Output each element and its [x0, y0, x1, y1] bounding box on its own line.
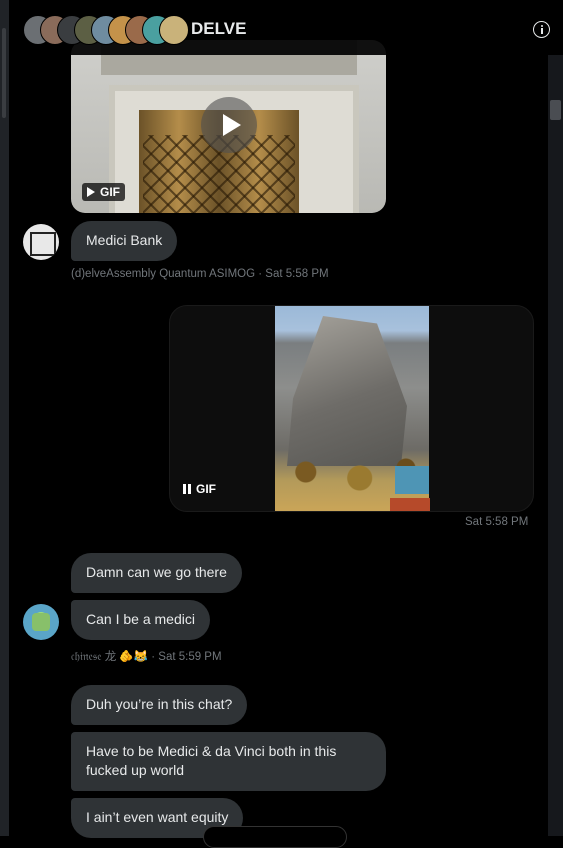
avatar: [159, 15, 189, 45]
avatar[interactable]: [23, 604, 59, 640]
message-bubble[interactable]: Damn can we go there: [71, 553, 242, 593]
message-bubble[interactable]: Can I be a medici: [71, 600, 210, 640]
cliff-shape: [287, 316, 407, 466]
avatar-logo: [30, 232, 56, 256]
gif-label: GIF: [196, 482, 216, 496]
gif-frame: [275, 306, 430, 511]
gif-media-building[interactable]: GIF: [71, 40, 386, 213]
avatar[interactable]: [23, 224, 59, 260]
left-gutter-knob: [2, 28, 6, 118]
message-meta: (d)elveAssembly Quantum ASIMOG · Sat 5:5…: [71, 268, 329, 280]
play-icon[interactable]: [201, 97, 257, 153]
gif-badge[interactable]: GIF: [178, 480, 221, 498]
avatar-face: [32, 613, 50, 631]
message-bubble[interactable]: Duh you’re in this chat?: [71, 685, 248, 725]
gif-badge: GIF: [82, 183, 125, 201]
info-icon[interactable]: [533, 21, 550, 38]
message-bubble[interactable]: Have to be Medici & da Vinci both in thi…: [71, 732, 386, 791]
scrollbar-thumb[interactable]: [550, 100, 561, 120]
play-small-icon: [87, 187, 95, 197]
message-meta: Sat 5:58 PM: [465, 516, 529, 528]
conversation-title[interactable]: DELVE: [191, 19, 246, 39]
message-line: fucked up world: [86, 762, 185, 778]
message-line: Have to be Medici & da Vinci both in thi…: [86, 743, 337, 759]
scroll-to-bottom-pill[interactable]: [203, 826, 347, 848]
sea-patch: [395, 466, 429, 494]
message-bubble[interactable]: Medici Bank: [71, 221, 178, 261]
message-meta: 𝔠𝔥𝔦𝔫𝔢𝔰𝔢 龙 🫵😹 · Sat 5:59 PM: [71, 651, 222, 663]
scrollbar-track[interactable]: [548, 55, 563, 836]
left-scroll-gutter: [0, 0, 9, 836]
roof-patch: [390, 498, 430, 511]
gif-label: GIF: [100, 185, 120, 199]
pause-icon: [183, 484, 191, 494]
gif-media-cliff[interactable]: GIF: [169, 305, 534, 512]
conversation-header: DELVE: [9, 0, 550, 55]
